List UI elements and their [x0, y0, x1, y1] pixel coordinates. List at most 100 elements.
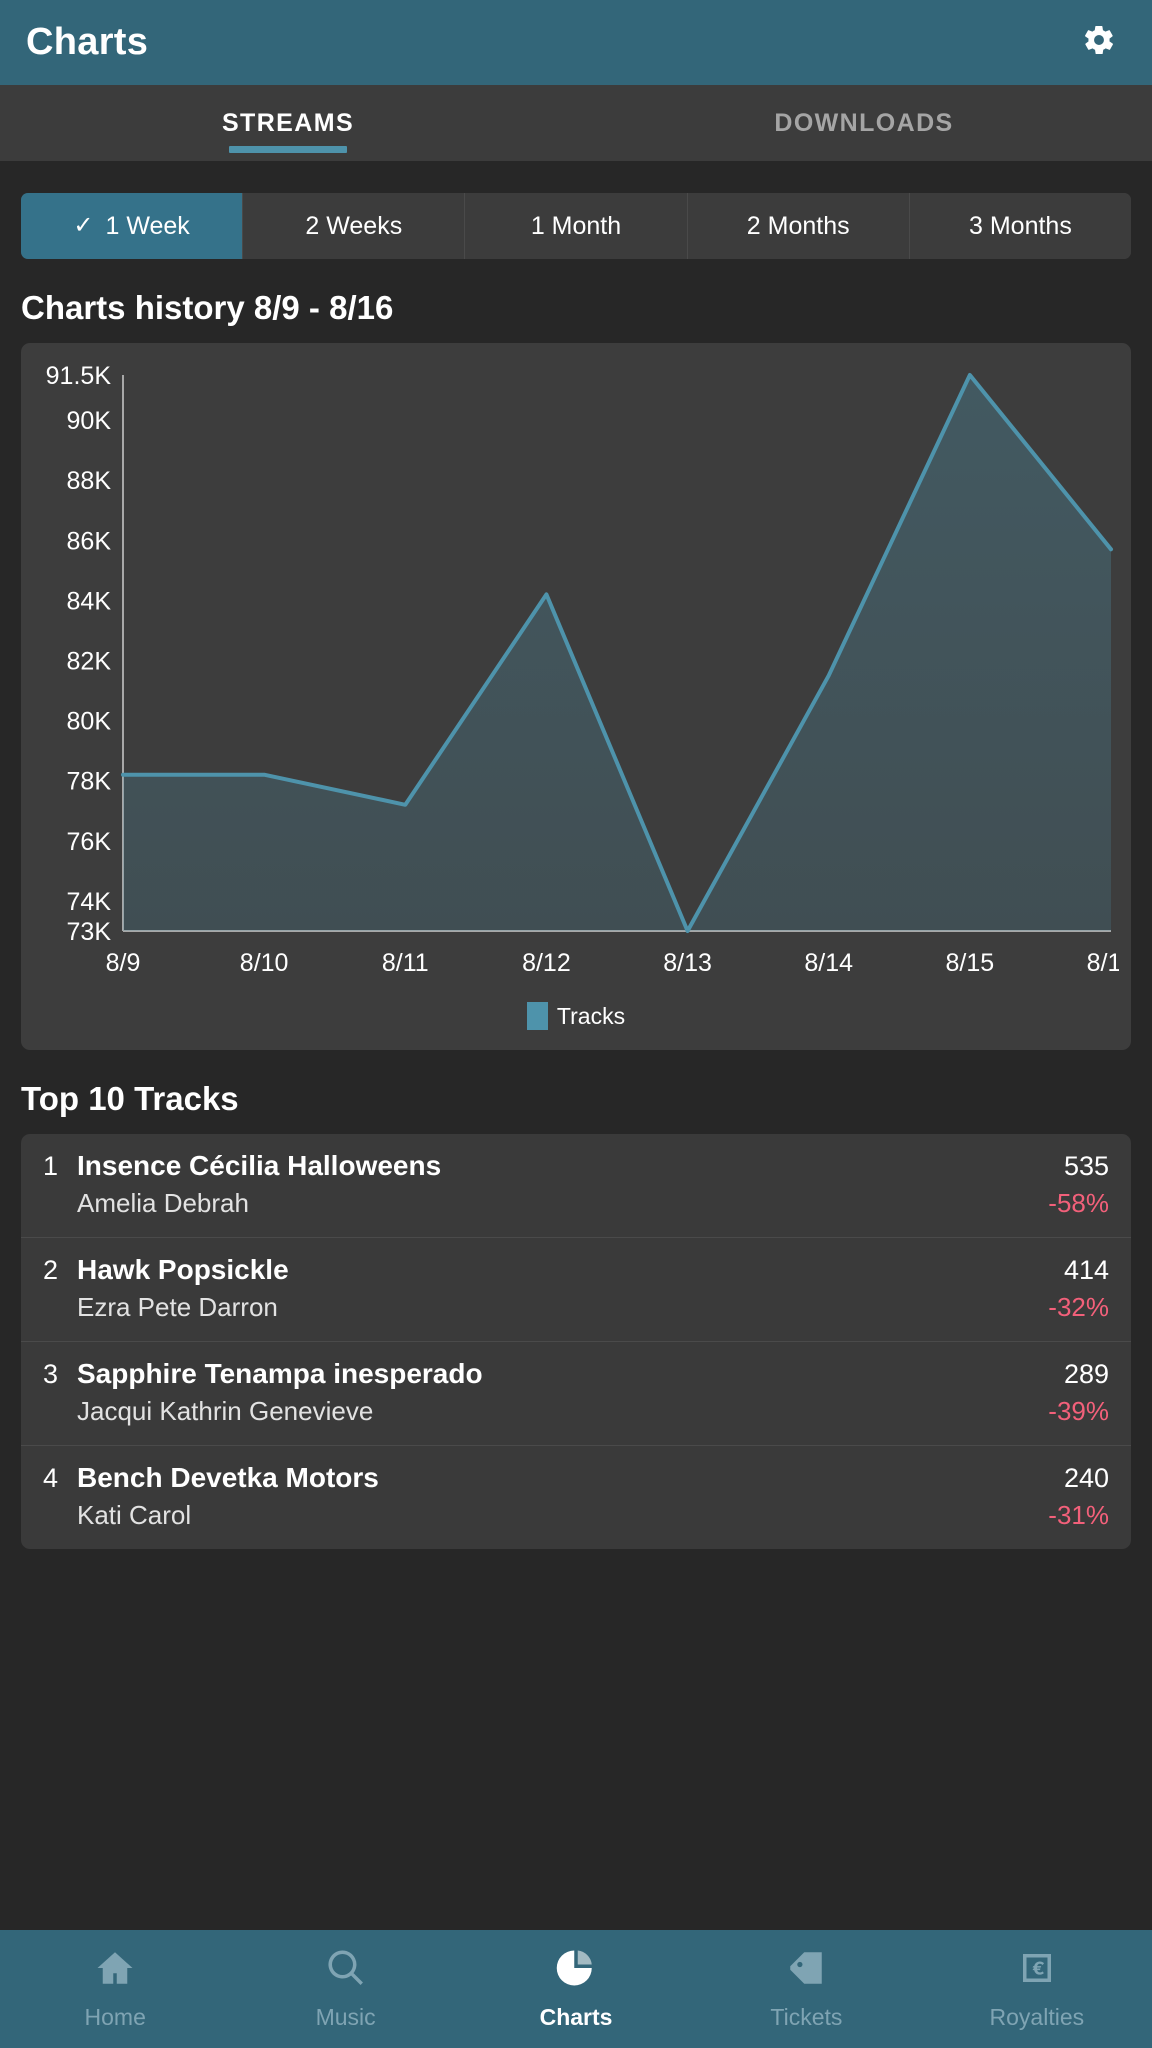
- chart-section-title: Charts history 8/9 - 8/16: [21, 289, 394, 326]
- content-area: ✓ 1 Week 2 Weeks 1 Month 2 Months 3 Mont…: [0, 161, 1152, 2048]
- track-secondary-line: Jacqui Kathrin Genevieve -39%: [43, 1396, 1109, 1427]
- track-count: 289: [1063, 1359, 1109, 1389]
- svg-text:8/13: 8/13: [663, 949, 712, 977]
- svg-text:78K: 78K: [67, 768, 112, 796]
- settings-button[interactable]: [1072, 16, 1126, 70]
- search-icon: [325, 1947, 367, 1994]
- track-artist: Kati Carol: [77, 1500, 192, 1530]
- range-option-3-months-label: 3 Months: [968, 211, 1072, 240]
- svg-text:8/16: 8/16: [1087, 949, 1119, 977]
- range-option-2-months-label: 2 Months: [746, 211, 850, 240]
- track-delta: -32%: [1048, 1292, 1109, 1322]
- tracks-section-title: Top 10 Tracks: [21, 1080, 239, 1117]
- range-option-2-weeks-label: 2 Weeks: [305, 211, 403, 240]
- money-icon: [1016, 1947, 1058, 1994]
- svg-text:8/14: 8/14: [804, 949, 853, 977]
- table-row[interactable]: 2 Hawk Popsickle 414 Ezra Pete Darron -3…: [21, 1238, 1131, 1342]
- track-title: Bench Devetka Motors: [77, 1462, 379, 1493]
- svg-text:80K: 80K: [67, 708, 112, 736]
- bottom-navigation: Home Music Charts Tickets Royalties: [0, 1930, 1152, 2048]
- nav-item-royalties-label: Royalties: [989, 2004, 1085, 2030]
- range-option-1-month-label: 1 Month: [530, 211, 622, 240]
- chart-legend: Tracks: [33, 1002, 1119, 1036]
- track-count: 535: [1063, 1151, 1109, 1181]
- table-row[interactable]: 4 Bench Devetka Motors 240 Kati Carol -3…: [21, 1446, 1131, 1549]
- svg-text:8/12: 8/12: [522, 949, 571, 977]
- range-option-3-months[interactable]: 3 Months: [909, 193, 1131, 259]
- track-secondary-line: Kati Carol -31%: [43, 1500, 1109, 1531]
- svg-text:82K: 82K: [67, 648, 112, 676]
- nav-item-music[interactable]: Music: [230, 1947, 460, 2031]
- svg-text:91.5K: 91.5K: [46, 362, 112, 390]
- table-row[interactable]: 1 Insence Cécilia Halloweens 535 Amelia …: [21, 1134, 1131, 1238]
- range-option-1-week[interactable]: ✓ 1 Week: [21, 193, 244, 259]
- track-count: 414: [1063, 1255, 1109, 1285]
- svg-text:8/11: 8/11: [382, 949, 429, 977]
- page-title: Charts: [26, 21, 149, 63]
- gear-icon: [1082, 23, 1116, 62]
- track-count: 240: [1063, 1463, 1109, 1493]
- nav-item-home[interactable]: Home: [0, 1947, 230, 2031]
- charts-screen: Charts STREAMS DOWNLOADS ✓ 1 Week 2 Week…: [0, 0, 1152, 2048]
- track-title: Insence Cécilia Halloweens: [77, 1150, 442, 1181]
- tab-downloads-label: DOWNLOADS: [774, 108, 954, 137]
- nav-item-charts[interactable]: Charts: [461, 1947, 691, 2031]
- check-icon: ✓: [73, 212, 94, 239]
- tab-active-indicator: [229, 146, 347, 153]
- track-delta: -39%: [1048, 1396, 1109, 1426]
- track-rank: 3: [43, 1359, 59, 1389]
- track-primary-line: 3 Sapphire Tenampa inesperado 289: [43, 1358, 1109, 1390]
- nav-item-tickets-label: Tickets: [770, 2004, 843, 2030]
- track-primary-line: 4 Bench Devetka Motors 240: [43, 1462, 1109, 1494]
- track-secondary-line: Ezra Pete Darron -32%: [43, 1292, 1109, 1323]
- svg-text:8/15: 8/15: [946, 949, 995, 977]
- tab-streams-label: STREAMS: [221, 108, 355, 137]
- nav-item-music-label: Music: [315, 2004, 376, 2030]
- nav-item-home-label: Home: [84, 2004, 146, 2030]
- chart-card: 91.5K 90K 88K 86K 84K 82K 80K 78K 76K 74K 73K 8/9 8/…: [21, 343, 1136, 1050]
- track-artist: Ezra Pete Darron: [77, 1292, 278, 1322]
- svg-text:8/9: 8/9: [106, 949, 141, 977]
- app-header: Charts: [0, 0, 1152, 85]
- track-delta: -58%: [1048, 1188, 1109, 1218]
- range-option-1-week-label: 1 Week: [105, 211, 190, 240]
- nav-item-tickets[interactable]: Tickets: [691, 1947, 921, 2031]
- line-chart[interactable]: 91.5K 90K 88K 86K 84K 82K 80K 78K 76K 74K 73K 8/9 8/…: [33, 361, 1136, 996]
- home-icon: [94, 1947, 136, 1994]
- svg-text:74K: 74K: [67, 888, 112, 916]
- legend-swatch-tracks: [526, 1002, 548, 1030]
- svg-text:86K: 86K: [67, 527, 112, 555]
- track-artist: Jacqui Kathrin Genevieve: [77, 1396, 374, 1426]
- track-title: Sapphire Tenampa inesperado: [77, 1358, 483, 1389]
- legend-label-tracks: Tracks: [556, 1002, 626, 1029]
- track-title: Hawk Popsickle: [77, 1254, 289, 1285]
- track-delta: -31%: [1048, 1500, 1109, 1530]
- track-rank: 1: [43, 1151, 59, 1181]
- table-row[interactable]: 3 Sapphire Tenampa inesperado 289 Jacqui…: [21, 1342, 1131, 1446]
- track-secondary-line: Amelia Debrah -58%: [43, 1188, 1109, 1219]
- tab-streams[interactable]: STREAMS: [0, 85, 576, 161]
- svg-text:76K: 76K: [67, 828, 112, 856]
- range-option-1-month[interactable]: 1 Month: [465, 193, 688, 259]
- pie-chart-icon: [555, 1947, 597, 1994]
- svg-text:8/10: 8/10: [240, 949, 289, 977]
- svg-text:73K: 73K: [67, 918, 112, 946]
- range-option-2-months[interactable]: 2 Months: [687, 193, 910, 259]
- track-primary-line: 1 Insence Cécilia Halloweens 535: [43, 1150, 1109, 1182]
- range-filter: ✓ 1 Week 2 Weeks 1 Month 2 Months 3 Mont…: [21, 193, 1131, 259]
- track-primary-line: 2 Hawk Popsickle 414: [43, 1254, 1109, 1286]
- nav-item-royalties[interactable]: Royalties: [922, 1947, 1152, 2031]
- range-filter-wrap: ✓ 1 Week 2 Weeks 1 Month 2 Months 3 Mont…: [0, 161, 1152, 259]
- tab-bar: STREAMS DOWNLOADS: [0, 85, 1152, 161]
- svg-text:90K: 90K: [67, 407, 112, 435]
- nav-item-charts-label: Charts: [539, 2004, 613, 2030]
- ticket-icon: [785, 1947, 827, 1994]
- track-rank: 2: [43, 1255, 59, 1285]
- top-tracks-list: 1 Insence Cécilia Halloweens 535 Amelia …: [21, 1134, 1131, 1549]
- tab-downloads[interactable]: DOWNLOADS: [576, 85, 1152, 161]
- svg-text:88K: 88K: [67, 467, 112, 495]
- svg-text:84K: 84K: [67, 587, 112, 615]
- track-artist: Amelia Debrah: [77, 1188, 249, 1218]
- track-rank: 4: [43, 1463, 59, 1493]
- range-option-2-weeks[interactable]: 2 Weeks: [243, 193, 466, 259]
